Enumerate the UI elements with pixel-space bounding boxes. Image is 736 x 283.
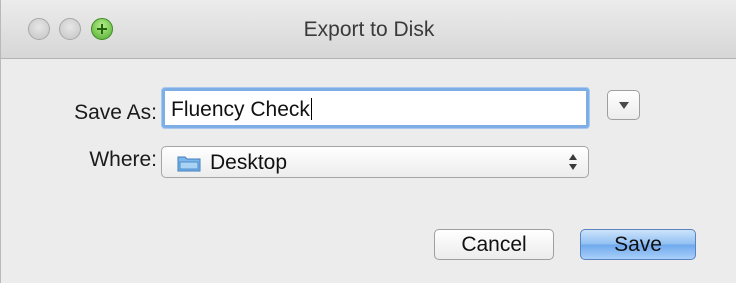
text-caret bbox=[310, 98, 312, 120]
save-as-field[interactable]: Fluency Check bbox=[162, 88, 589, 128]
up-down-arrows-icon bbox=[569, 154, 577, 170]
save-as-text: Fluency Check bbox=[171, 98, 310, 121]
folder-icon bbox=[177, 156, 201, 172]
save-button[interactable]: Save bbox=[580, 229, 696, 260]
window-title: Export to Disk bbox=[303, 18, 435, 41]
disclosure-triangle-icon bbox=[619, 102, 629, 109]
export-dialog-window: Export to Disk Save As: Fluency Check Wh… bbox=[0, 0, 736, 283]
title-bar[interactable]: Export to Disk bbox=[1, 0, 736, 59]
expand-dialog-button[interactable] bbox=[607, 90, 640, 120]
save-as-value: Fluency Check bbox=[171, 98, 312, 122]
where-value: Desktop bbox=[210, 151, 288, 174]
where-label: Where: bbox=[89, 148, 157, 171]
save-as-label: Save As: bbox=[74, 101, 157, 124]
where-popup[interactable]: Desktop bbox=[161, 146, 589, 178]
cancel-button[interactable]: Cancel bbox=[434, 229, 554, 260]
